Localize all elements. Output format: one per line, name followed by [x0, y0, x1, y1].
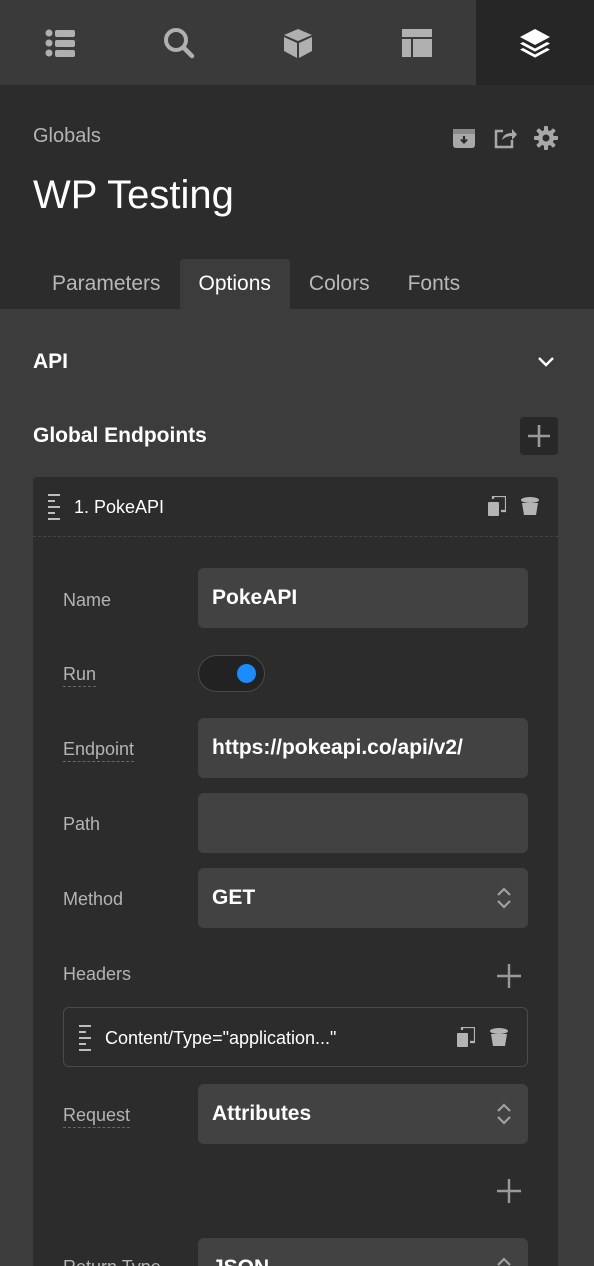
select-arrows-icon: [497, 887, 511, 909]
trash-icon[interactable]: [520, 496, 540, 516]
drag-handle-icon[interactable]: [79, 1025, 91, 1051]
endpoint-label: Endpoint: [63, 739, 135, 762]
request-label: Request: [63, 1105, 131, 1128]
tab-parameters[interactable]: Parameters: [33, 259, 180, 309]
share-icon[interactable]: [493, 126, 517, 150]
tab-layers[interactable]: [476, 0, 594, 85]
tab-options[interactable]: Options: [179, 259, 290, 309]
duplicate-icon[interactable]: [488, 496, 506, 516]
select-arrows-icon: [497, 1257, 511, 1266]
layers-icon: [520, 28, 550, 58]
api-section-title: API: [33, 350, 69, 373]
drag-handle-icon[interactable]: [48, 494, 60, 520]
header-item-actions: [457, 1027, 509, 1047]
add-request-icon[interactable]: [496, 1178, 522, 1204]
endpoints-header: Global Endpoints: [33, 417, 558, 455]
chevron-down-icon[interactable]: [536, 352, 556, 372]
page-title: WP Testing: [33, 173, 234, 217]
endpoint-input[interactable]: https://pokeapi.co/api/v2/: [198, 718, 528, 778]
add-endpoint-button[interactable]: [520, 417, 558, 455]
endpoint-card-actions: [488, 496, 540, 516]
request-select[interactable]: Attributes: [198, 1084, 528, 1144]
list-icon: [45, 29, 75, 57]
tab-blocks[interactable]: [238, 0, 357, 85]
endpoints-title: Global Endpoints: [33, 424, 207, 447]
page-header: Globals WP Testing Parameters Options Co…: [0, 85, 594, 309]
breadcrumb: Globals: [33, 125, 101, 147]
plus-icon: [528, 425, 550, 447]
layout-icon: [401, 28, 432, 57]
endpoint-card-header[interactable]: 1. PokeAPI: [33, 477, 558, 537]
endpoint-card: 1. PokeAPI Name PokeAPI Run Endpoint htt…: [33, 477, 558, 1266]
archive-icon[interactable]: [452, 126, 476, 150]
duplicate-icon[interactable]: [457, 1027, 475, 1047]
request-value: Attributes: [212, 1102, 312, 1125]
return-type-value: JSON: [212, 1256, 269, 1266]
endpoint-card-title: 1. PokeAPI: [74, 497, 165, 517]
top-nav: [0, 0, 594, 85]
run-toggle[interactable]: [198, 655, 265, 692]
path-input[interactable]: [198, 793, 528, 853]
header-item-text: Content/Type="application...": [105, 1028, 337, 1048]
options-tabs: Parameters Options Colors Fonts: [33, 259, 479, 309]
method-value: GET: [212, 886, 256, 909]
add-header-icon[interactable]: [496, 963, 522, 989]
method-label: Method: [63, 889, 124, 909]
select-arrows-icon: [497, 1103, 511, 1125]
headers-label: Headers: [63, 964, 132, 984]
name-input[interactable]: PokeAPI: [198, 568, 528, 628]
return-type-label: Return Type: [63, 1257, 161, 1266]
trash-icon[interactable]: [489, 1027, 509, 1047]
tab-list[interactable]: [0, 0, 119, 85]
tab-layout[interactable]: [357, 0, 476, 85]
run-label: Run: [63, 664, 97, 687]
method-select[interactable]: GET: [198, 868, 528, 928]
tab-colors[interactable]: Colors: [290, 259, 389, 309]
cube-icon: [283, 28, 312, 58]
api-section-header[interactable]: API: [33, 346, 558, 378]
tab-fonts[interactable]: Fonts: [389, 259, 480, 309]
toggle-knob: [237, 664, 256, 683]
return-type-select[interactable]: JSON: [198, 1238, 528, 1266]
name-label: Name: [63, 590, 112, 610]
search-icon: [163, 27, 194, 58]
path-label: Path: [63, 814, 101, 834]
header-item[interactable]: Content/Type="application...": [63, 1007, 528, 1067]
header-actions: [452, 126, 558, 150]
gear-icon[interactable]: [534, 126, 558, 150]
tab-search[interactable]: [119, 0, 238, 85]
